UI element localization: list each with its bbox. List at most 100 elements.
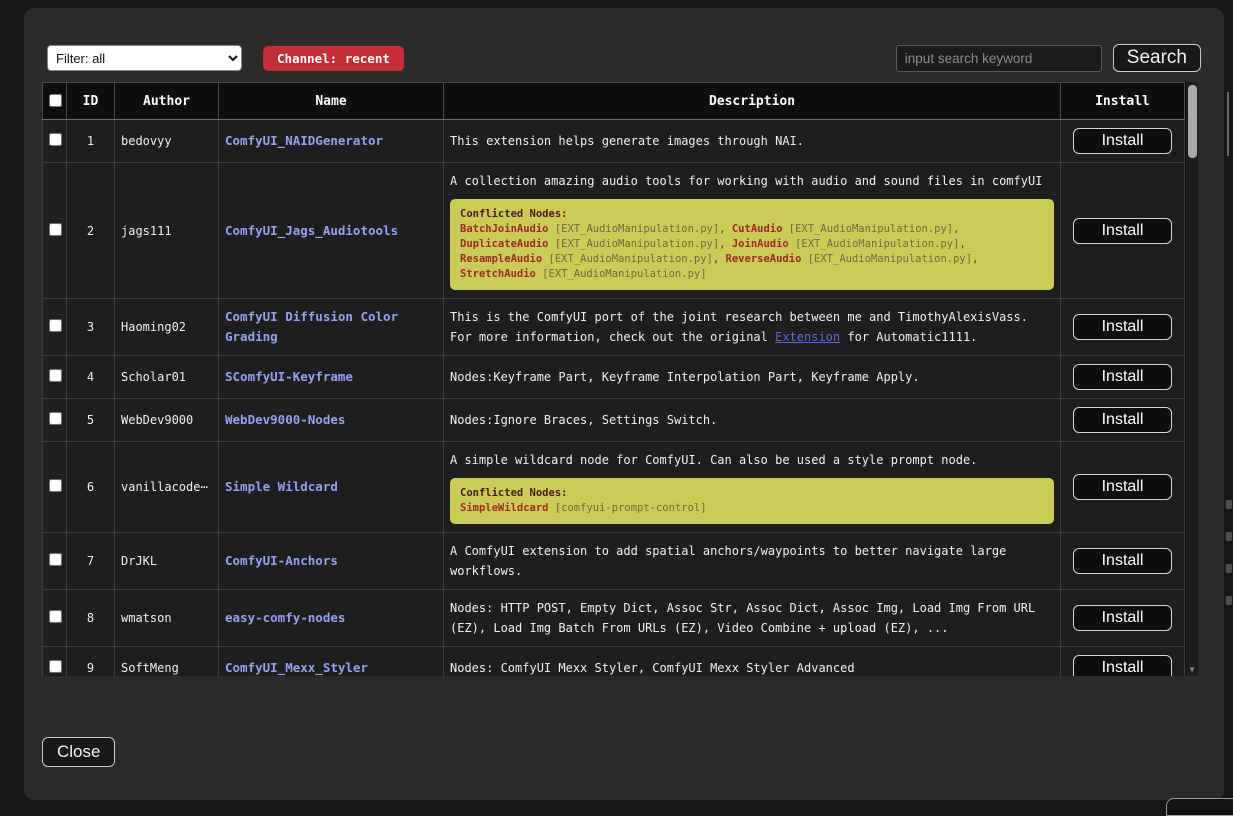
cell-install: Install	[1061, 590, 1185, 647]
background-artifact	[1226, 564, 1232, 573]
table-row: 8wmatson easy-comfy-nodes Nodes: HTTP POST…	[43, 590, 1185, 647]
cell-description: This extension helps generate images thr…	[444, 120, 1061, 163]
cell-author: vanillacode⋯	[115, 442, 219, 533]
extension-name-link[interactable]: SComfyUI-Keyframe	[225, 369, 353, 384]
cell-name: WebDev9000-Nodes	[219, 399, 444, 442]
column-header-name: Name	[219, 83, 444, 120]
install-button[interactable]: Install	[1073, 474, 1173, 500]
background-scrollbar-fragment	[1227, 92, 1229, 156]
conflict-node-source: [EXT_AudioManipulation.py]	[801, 253, 972, 265]
table-row: 4Scholar01SComfyUI-KeyframeNodes:Keyfram…	[43, 356, 1185, 399]
search-button[interactable]: Search	[1113, 44, 1201, 72]
channel-badge: Channel: recent	[263, 46, 404, 71]
header-select-all-cell	[43, 83, 67, 120]
row-select-checkbox[interactable]	[49, 553, 62, 566]
background-partial-button	[1166, 798, 1233, 816]
conflict-list: BatchJoinAudio [EXT_AudioManipulation.py…	[460, 222, 1044, 282]
cell-author: Haoming02	[115, 299, 219, 356]
cell-install: Install	[1061, 356, 1185, 399]
description-link[interactable]: Extension	[775, 330, 840, 344]
cell-author: DrJKL	[115, 533, 219, 590]
row-select-checkbox[interactable]	[49, 479, 62, 492]
extension-name-link[interactable]: ComfyUI Diffusion Color Grading	[225, 309, 398, 344]
cell-install: Install	[1061, 647, 1185, 677]
cell-name: ComfyUI_NAIDGenerator	[219, 120, 444, 163]
column-header-author: Author	[115, 83, 219, 120]
cell-id: 5	[67, 399, 115, 442]
conflict-node-source: [EXT_AudioManipulation.py]	[782, 223, 953, 235]
cell-id: 3	[67, 299, 115, 356]
background-artifact	[1226, 500, 1232, 509]
cell-id: 7	[67, 533, 115, 590]
row-select-checkbox[interactable]	[49, 133, 62, 146]
nodes-table-container: IDAuthorNameDescriptionInstall 1bedovyyC…	[42, 82, 1198, 676]
cell-author: jags111	[115, 163, 219, 299]
conflict-node-name: ResampleAudio	[460, 253, 542, 265]
install-button[interactable]: Install	[1073, 364, 1173, 390]
conflict-node-source: [EXT_AudioManipulation.py]	[549, 238, 720, 250]
scrollbar-down-arrow-icon[interactable]: ▼	[1186, 665, 1198, 675]
row-select-checkbox[interactable]	[49, 610, 62, 623]
install-button[interactable]: Install	[1073, 314, 1173, 340]
conflict-node-name: StretchAudio	[460, 268, 536, 280]
cell-description: Nodes: HTTP POST, Empty Dict, Assoc Str,…	[444, 590, 1061, 647]
extension-name-link[interactable]: WebDev9000-Nodes	[225, 412, 345, 427]
table-header-row: IDAuthorNameDescriptionInstall	[43, 83, 1185, 120]
conflict-warning-box: Conflicted Nodes:BatchJoinAudio [EXT_Aud…	[450, 199, 1054, 290]
install-button[interactable]: Install	[1073, 548, 1173, 574]
row-select-checkbox[interactable]	[49, 223, 62, 236]
scrollbar-thumb[interactable]	[1188, 85, 1197, 158]
cell-description: Nodes:Keyframe Part, Keyframe Interpolat…	[444, 356, 1061, 399]
row-checkbox-cell	[43, 120, 67, 163]
row-select-checkbox[interactable]	[49, 412, 62, 425]
install-button[interactable]: Install	[1073, 655, 1173, 676]
cell-id: 8	[67, 590, 115, 647]
install-button[interactable]: Install	[1073, 605, 1173, 631]
row-select-checkbox[interactable]	[49, 319, 62, 332]
dialog-toolbar: Filter: all Channel: recent Search	[47, 44, 1201, 72]
install-button[interactable]: Install	[1073, 218, 1173, 244]
extension-name-link[interactable]: easy-comfy-nodes	[225, 610, 345, 625]
row-checkbox-cell	[43, 163, 67, 299]
extension-name-link[interactable]: ComfyUI-Anchors	[225, 553, 338, 568]
close-button[interactable]: Close	[42, 737, 115, 767]
table-row: 6vanillacode⋯ Simple Wildcard A simple wil…	[43, 442, 1185, 533]
cell-name: Simple Wildcard	[219, 442, 444, 533]
conflict-title: Conflicted Nodes:	[460, 207, 1044, 222]
column-header-id: ID	[67, 83, 115, 120]
conflict-node-name: JoinAudio	[732, 238, 789, 250]
cell-description: A simple wildcard node for ComfyUI. Can …	[444, 442, 1061, 533]
conflict-node-name: CutAudio	[732, 223, 783, 235]
table-scrollbar[interactable]: ▼	[1185, 82, 1198, 676]
select-all-checkbox[interactable]	[49, 94, 62, 107]
cell-name: ComfyUI_Mexx_Styler	[219, 647, 444, 677]
table-row: 3Haoming02ComfyUI Diffusion Color Gradin…	[43, 299, 1185, 356]
cell-install: Install	[1061, 399, 1185, 442]
conflict-node-source: [EXT_AudioManipulation.py]	[536, 268, 707, 280]
extension-name-link[interactable]: ComfyUI_Mexx_Styler	[225, 660, 368, 675]
column-header-install: Install	[1061, 83, 1185, 120]
cell-author: Scholar01	[115, 356, 219, 399]
install-button[interactable]: Install	[1073, 407, 1173, 433]
install-button[interactable]: Install	[1073, 128, 1173, 154]
cell-name: ComfyUI_Jags_Audiotools	[219, 163, 444, 299]
cell-author: wmatson	[115, 590, 219, 647]
table-row: 9SoftMengComfyUI_Mexx_StylerNodes: Comfy…	[43, 647, 1185, 677]
conflict-node-source: [comfyui-prompt-control]	[549, 502, 707, 514]
cell-id: 6	[67, 442, 115, 533]
cell-description: This is the ComfyUI port of the joint re…	[444, 299, 1061, 356]
row-checkbox-cell	[43, 533, 67, 590]
table-row: 5WebDev9000WebDev9000-NodesNodes:Ignore …	[43, 399, 1185, 442]
row-select-checkbox[interactable]	[49, 660, 62, 673]
cell-description: A collection amazing audio tools for wor…	[444, 163, 1061, 299]
search-input[interactable]	[896, 45, 1102, 72]
filter-select[interactable]: Filter: all	[47, 45, 242, 71]
custom-nodes-dialog: Filter: all Channel: recent Search IDAut…	[24, 8, 1224, 800]
extension-name-link[interactable]: Simple Wildcard	[225, 479, 338, 494]
cell-author: WebDev9000	[115, 399, 219, 442]
extension-name-link[interactable]: ComfyUI_Jags_Audiotools	[225, 223, 398, 238]
row-select-checkbox[interactable]	[49, 369, 62, 382]
extension-name-link[interactable]: ComfyUI_NAIDGenerator	[225, 133, 383, 148]
cell-id: 9	[67, 647, 115, 677]
cell-install: Install	[1061, 442, 1185, 533]
